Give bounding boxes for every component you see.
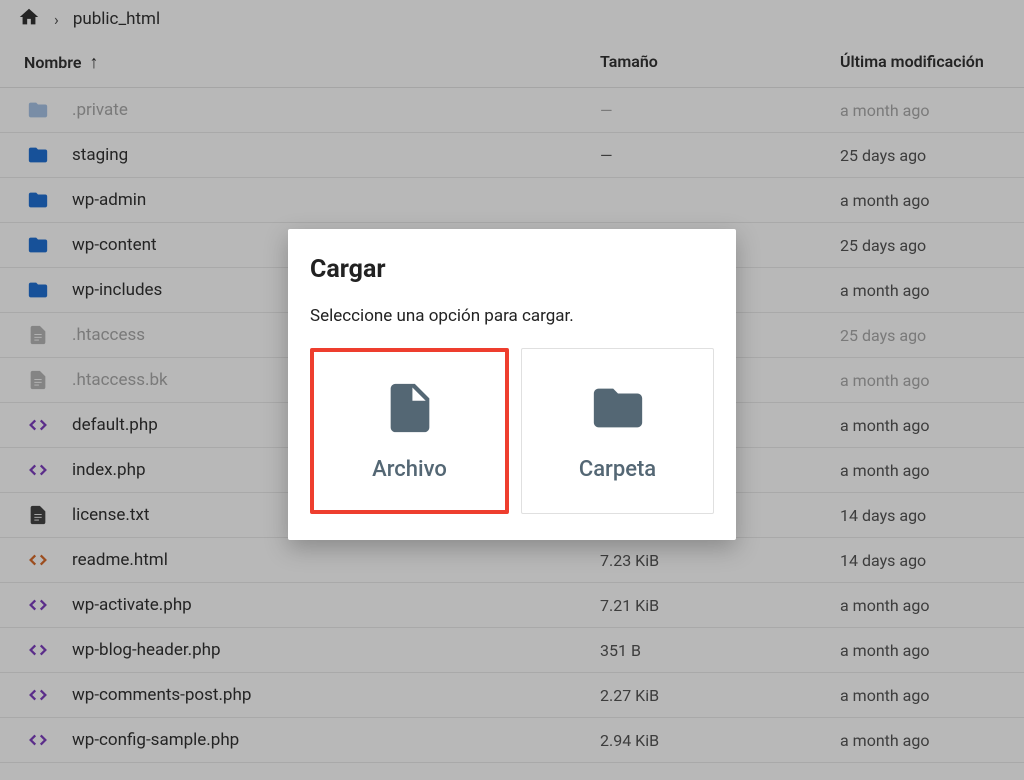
modal-options: Archivo Carpeta [310,348,714,514]
folder-icon [589,379,647,437]
upload-file-option[interactable]: Archivo [310,348,509,514]
modal-subtitle: Seleccione una opción para cargar. [310,306,714,326]
modal-title: Cargar [310,255,714,284]
upload-folder-label: Carpeta [579,457,656,482]
modal-overlay[interactable]: Cargar Seleccione una opción para cargar… [0,0,1024,780]
file-icon [381,379,439,437]
upload-modal: Cargar Seleccione una opción para cargar… [288,229,736,540]
upload-folder-option[interactable]: Carpeta [521,348,714,514]
upload-file-label: Archivo [372,457,447,482]
